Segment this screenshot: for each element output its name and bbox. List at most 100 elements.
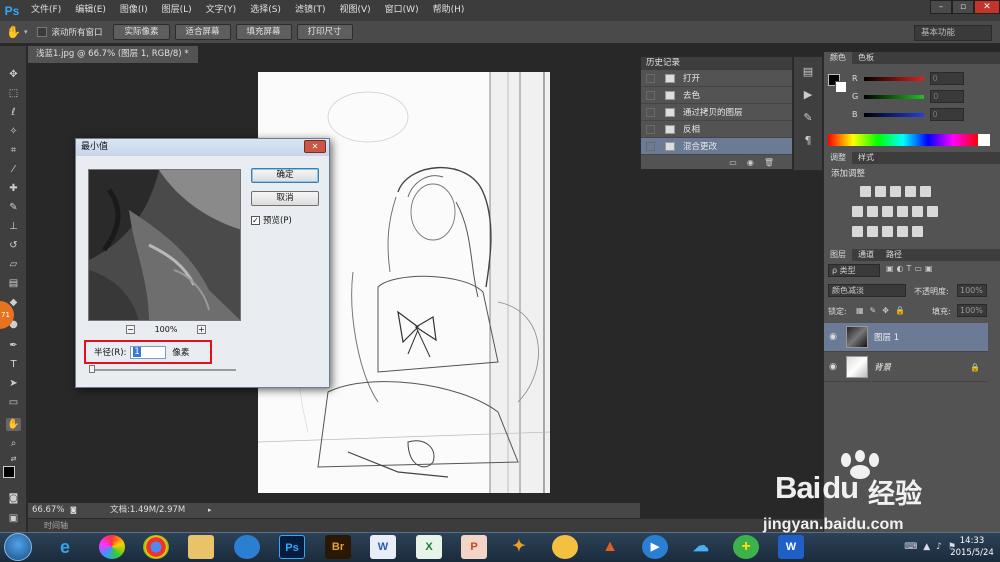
menu-filter[interactable]: 滤镜(T) [288, 0, 333, 21]
tool-preset-dropdown-icon[interactable]: ▾ [24, 28, 28, 36]
fit-screen-button[interactable]: 适合屏幕 [174, 24, 231, 40]
filter-preview[interactable] [88, 169, 241, 321]
tab-paths[interactable]: 路径 [880, 249, 908, 261]
media-player-icon[interactable]: ▶ [642, 535, 668, 559]
explorer-icon[interactable] [188, 535, 214, 559]
channel-value-input[interactable]: 0 [929, 72, 964, 85]
menu-select[interactable]: 选择(S) [243, 0, 288, 21]
tab-swatches[interactable]: 色板 [852, 52, 880, 64]
brightness-icon[interactable] [860, 186, 871, 197]
channel-gradient-slider[interactable] [863, 112, 924, 117]
channel-mixer-icon[interactable] [912, 206, 923, 217]
hand-tool-icon[interactable]: ✋ [6, 25, 21, 39]
word-icon[interactable]: W [370, 535, 396, 559]
menu-layer[interactable]: 图层(L) [155, 0, 199, 21]
scroll-all-checkbox[interactable] [37, 27, 48, 37]
chrome-icon[interactable] [143, 535, 169, 559]
photoshop-taskbar-icon[interactable]: Ps [279, 535, 305, 559]
tab-styles[interactable]: 样式 [852, 152, 880, 164]
dock-character-icon[interactable]: ¶ [794, 134, 822, 147]
color-spectrum-white[interactable] [978, 134, 990, 146]
restore-button[interactable]: ▫ [952, 0, 974, 14]
history-source-box[interactable] [646, 124, 655, 134]
fill-screen-button[interactable]: 填充屏幕 [235, 24, 292, 40]
channel-value-input[interactable]: 0 [929, 108, 964, 121]
history-item-selected[interactable]: 混合更改 [641, 138, 792, 155]
tab-adjustments[interactable]: 调整 [824, 152, 852, 164]
visibility-eye-icon[interactable]: ◉ [824, 362, 842, 372]
paint-icon[interactable] [552, 535, 578, 559]
document-tab[interactable]: 浅蓝1.jpg @ 66.7% (图层 1, RGB/8) * [28, 46, 198, 63]
layer-row[interactable]: ◉ 背景 🔒 [824, 353, 988, 382]
magic-wand-tool-icon[interactable]: ✧ [6, 125, 21, 138]
menu-window[interactable]: 窗口(W) [378, 0, 426, 21]
cloud-icon[interactable]: ☁ [688, 535, 714, 559]
menu-help[interactable]: 帮助(H) [426, 0, 472, 21]
history-item[interactable]: 去色 [641, 87, 792, 104]
quick-mask-icon[interactable]: ◙ [6, 492, 21, 505]
status-menu-icon[interactable]: ◙ [70, 503, 77, 518]
trash-icon[interactable]: 🗑 [764, 158, 774, 167]
lasso-tool-icon[interactable]: ℓ [6, 106, 21, 119]
menu-view[interactable]: 视图(V) [332, 0, 377, 21]
ie-icon[interactable]: e [52, 535, 78, 559]
clone-stamp-tool-icon[interactable]: ⊥ [6, 220, 21, 233]
menu-edit[interactable]: 编辑(E) [68, 0, 113, 21]
status-arrow-icon[interactable]: ▸ [208, 503, 212, 518]
layer-name[interactable]: 背景 [874, 361, 891, 373]
start-button[interactable] [4, 533, 32, 561]
bridge-icon[interactable]: Br [325, 535, 351, 559]
color-balance-icon[interactable] [867, 206, 878, 217]
channel-value-input[interactable]: 0 [930, 90, 965, 103]
crop-tool-icon[interactable]: ⌗ [6, 144, 21, 157]
zoom-level[interactable]: 66.67% [32, 503, 64, 518]
gradient-map-icon[interactable] [912, 226, 923, 237]
lock-icons[interactable]: ▦✎✥🔒 [856, 306, 911, 315]
actual-pixels-button[interactable]: 实际像素 [113, 24, 170, 40]
dialog-close-button[interactable]: ✕ [304, 140, 326, 153]
preview-checkbox[interactable]: ✓ [251, 215, 260, 225]
history-brush-tool-icon[interactable]: ↺ [6, 239, 21, 252]
powerpoint-icon[interactable]: P [461, 535, 487, 559]
swap-colors-icon[interactable]: ⇄ [6, 453, 21, 466]
posterize-icon[interactable] [867, 226, 878, 237]
levels-icon[interactable] [875, 186, 886, 197]
color-spectrum-bar[interactable] [828, 134, 978, 146]
timeline-tab[interactable]: 时间轴 [28, 518, 825, 532]
snapshot-icon[interactable]: ◉ [747, 158, 754, 167]
exposure-icon[interactable] [905, 186, 916, 197]
new-document-icon[interactable]: ▭ [729, 158, 737, 167]
ok-button[interactable]: 确定 [251, 168, 319, 183]
hand-tool-icon[interactable]: ✋ [6, 418, 21, 431]
history-source-box[interactable] [646, 141, 655, 151]
type-tool-icon[interactable]: T [6, 358, 21, 371]
channel-gradient-slider[interactable] [864, 94, 925, 99]
vibrance-icon[interactable] [920, 186, 931, 197]
history-item[interactable]: 通过拷贝的图层 [641, 104, 792, 121]
color-channel-row[interactable]: G0 [824, 88, 1000, 105]
rectangle-tool-icon[interactable]: ▭ [6, 396, 21, 409]
layer-filter-select[interactable]: ρ 类型 [828, 264, 880, 277]
marquee-tool-icon[interactable]: ⬚ [6, 87, 21, 100]
qq-player-icon[interactable] [234, 535, 260, 559]
menu-file[interactable]: 文件(F) [24, 0, 68, 21]
brush-tool-icon[interactable]: ✎ [6, 201, 21, 214]
hue-saturation-icon[interactable] [852, 206, 863, 217]
gradient-tool-icon[interactable]: ▤ [6, 277, 21, 290]
screen-mode-icon[interactable]: ▣ [6, 512, 21, 525]
dock-actions-icon[interactable]: ▶ [794, 88, 822, 101]
layer-name[interactable]: 图层 1 [874, 331, 899, 343]
tool-icon[interactable]: ✦ [506, 535, 532, 559]
pen-tool-icon[interactable]: ✒ [6, 339, 21, 352]
blend-mode-select[interactable]: 颜色减淡 [828, 284, 906, 297]
channel-gradient-slider[interactable] [863, 76, 924, 81]
eyedropper-tool-icon[interactable]: ⁄ [6, 163, 21, 176]
preview-option[interactable]: ✓ 预览(P) [251, 214, 292, 226]
tab-color[interactable]: 颜色 [824, 52, 852, 64]
history-source-box[interactable] [646, 107, 655, 117]
path-selection-tool-icon[interactable]: ➤ [6, 377, 21, 390]
history-item[interactable]: 打开 [641, 70, 792, 87]
color-channel-row[interactable]: B0 [824, 106, 1000, 123]
print-size-button[interactable]: 打印尺寸 [296, 24, 353, 40]
color-channel-row[interactable]: R0 [824, 70, 1000, 87]
